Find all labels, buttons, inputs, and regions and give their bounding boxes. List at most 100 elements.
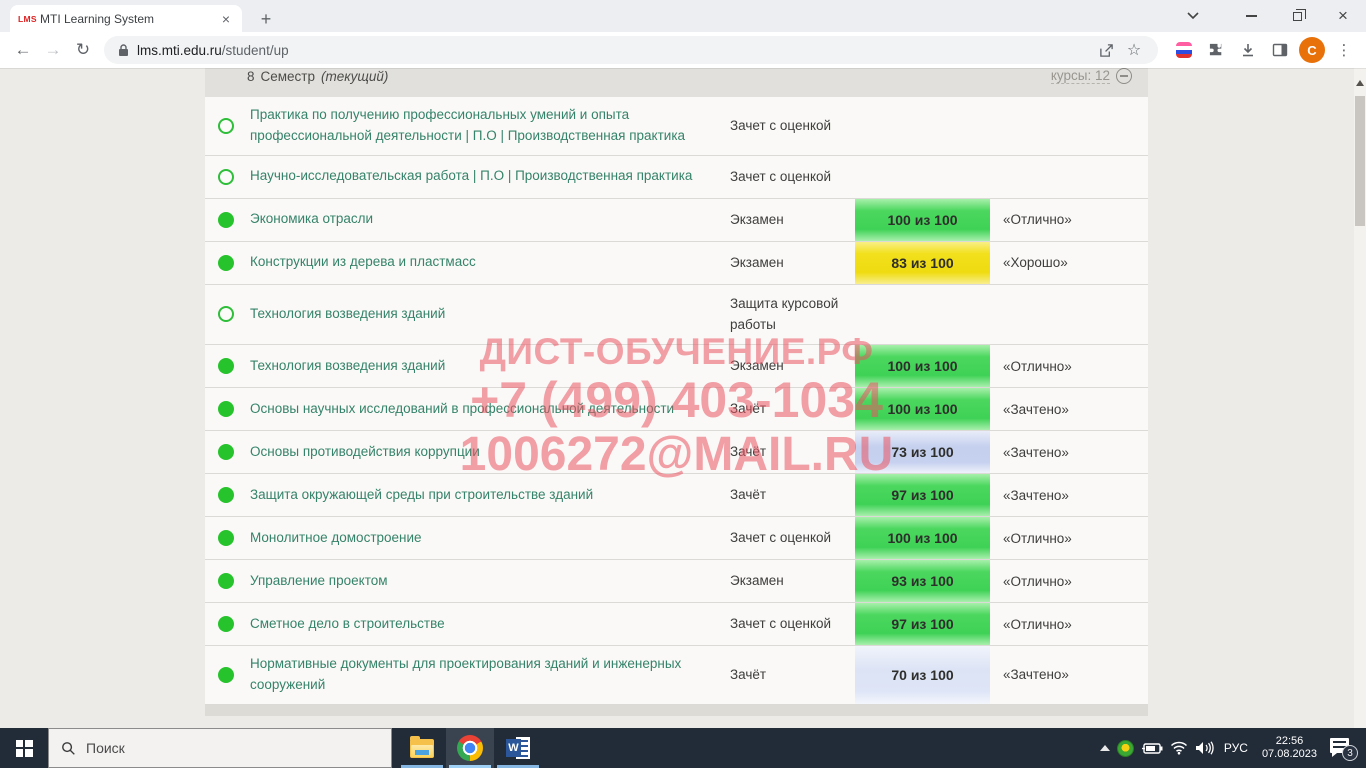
- extensions-puzzle-icon[interactable]: [1202, 36, 1230, 64]
- close-button[interactable]: ×: [1320, 0, 1366, 32]
- status-complete-icon: [218, 358, 234, 374]
- course-name-cell: Защита окружающей среды при строительств…: [250, 474, 730, 516]
- forward-icon[interactable]: →: [38, 35, 68, 65]
- course-link[interactable]: Практика по получению профессиональных у…: [250, 105, 710, 147]
- assessment-type: Экзамен: [730, 345, 855, 387]
- assessment-type: Зачёт: [730, 646, 855, 704]
- address-bar[interactable]: lms.mti.edu.ru/student/up ☆: [104, 36, 1158, 64]
- search-icon: [61, 741, 76, 756]
- course-row: Монолитное домостроениеЗачет с оценкой10…: [205, 517, 1148, 560]
- wifi-icon[interactable]: [1170, 741, 1188, 755]
- course-row: Основы научных исследований в профессион…: [205, 388, 1148, 431]
- course-status-cell: [205, 517, 250, 559]
- profile-avatar[interactable]: C: [1298, 36, 1326, 64]
- course-link[interactable]: Основы научных исследований в профессион…: [250, 399, 674, 420]
- status-complete-icon: [218, 530, 234, 546]
- assessment-type: Экзамен: [730, 242, 855, 284]
- grade-text: «Хорошо»: [990, 242, 1148, 284]
- score-cell: [855, 97, 990, 155]
- taskbar-chrome-button[interactable]: [446, 728, 494, 768]
- start-button[interactable]: [0, 728, 48, 768]
- course-link[interactable]: Сметное дело в строительстве: [250, 614, 445, 635]
- browser-menu-icon[interactable]: ⋮: [1330, 36, 1358, 64]
- course-link[interactable]: Защита окружающей среды при строительств…: [250, 485, 593, 506]
- course-link[interactable]: Монолитное домостроение: [250, 528, 422, 549]
- status-complete-icon: [218, 616, 234, 632]
- course-link[interactable]: Экономика отрасли: [250, 209, 373, 230]
- status-complete-icon: [218, 667, 234, 683]
- volume-icon[interactable]: [1195, 741, 1214, 755]
- course-link[interactable]: Основы противодействия коррупции: [250, 442, 480, 463]
- new-tab-button[interactable]: +: [254, 7, 278, 31]
- course-link[interactable]: Нормативные документы для проектирования…: [250, 654, 710, 696]
- grade-text: «Отлично»: [990, 517, 1148, 559]
- assessment-type: Зачёт: [730, 431, 855, 473]
- grade-text: «Отлично»: [990, 199, 1148, 241]
- course-row: Конструкции из дерева и пластмасс Экзамен…: [205, 242, 1148, 285]
- status-pending-icon: [218, 169, 234, 185]
- course-status-cell: [205, 199, 250, 241]
- bookmark-star-icon[interactable]: ☆: [1120, 36, 1148, 64]
- collapse-minus-icon[interactable]: [1116, 68, 1132, 84]
- browser-tab[interactable]: LMS MTI Learning System ×: [10, 5, 242, 32]
- grades-card: 8 Семестр (текущий) курсы: 12 Практика п…: [205, 68, 1148, 716]
- course-row: Нормативные документы для проектирования…: [205, 646, 1148, 705]
- assessment-type: Зачёт: [730, 474, 855, 516]
- course-status-cell: [205, 388, 250, 430]
- downloads-icon[interactable]: [1234, 36, 1262, 64]
- taskbar-explorer-button[interactable]: [398, 728, 446, 768]
- course-status-cell: [205, 431, 250, 473]
- course-name-cell: Основы противодействия коррупции: [250, 431, 730, 473]
- score-cell: 97 из 100: [855, 603, 990, 645]
- course-link[interactable]: Научно-исследовательская работа | П.О | …: [250, 166, 692, 187]
- status-complete-icon: [218, 212, 234, 228]
- battery-icon[interactable]: [1141, 742, 1163, 755]
- course-status-cell: [205, 242, 250, 284]
- courses-counter-link[interactable]: курсы: 12: [1051, 68, 1110, 84]
- antivirus-tray-icon[interactable]: [1117, 740, 1134, 757]
- restore-button[interactable]: [1274, 0, 1320, 32]
- course-status-cell: [205, 345, 250, 387]
- vpn-extension-icon[interactable]: [1170, 36, 1198, 64]
- assessment-type: Зачет с оценкой: [730, 97, 855, 155]
- minimize-button[interactable]: [1228, 0, 1274, 32]
- tray-chevron-up-icon[interactable]: [1100, 745, 1110, 751]
- semester-title: 8 Семестр (текущий): [247, 69, 1051, 84]
- search-placeholder: Поиск: [86, 740, 125, 756]
- semester-note: (текущий): [321, 69, 388, 84]
- back-icon[interactable]: ←: [8, 35, 38, 65]
- course-link[interactable]: Управление проектом: [250, 571, 388, 592]
- course-name-cell: Сметное дело в строительстве: [250, 603, 730, 645]
- assessment-type: Зачет с оценкой: [730, 156, 855, 198]
- course-status-cell: [205, 474, 250, 516]
- windows-logo-icon: [16, 740, 33, 757]
- tab-search-icon[interactable]: [1170, 0, 1216, 32]
- grade-text: «Зачтено»: [990, 646, 1148, 704]
- grade-text: «Отлично»: [990, 345, 1148, 387]
- status-complete-icon: [218, 573, 234, 589]
- taskbar-search-box[interactable]: Поиск: [48, 728, 392, 768]
- course-row: Сметное дело в строительстве Зачет с оцен…: [205, 603, 1148, 646]
- page-scrollbar[interactable]: [1354, 68, 1366, 728]
- course-name-cell: Конструкции из дерева и пластмасс: [250, 242, 730, 284]
- tab-close-icon[interactable]: ×: [218, 11, 234, 27]
- tab-title: MTI Learning System: [40, 12, 218, 26]
- course-name-cell: Практика по получению профессиональных у…: [250, 97, 730, 155]
- course-link[interactable]: Технология возведения зданий: [250, 356, 445, 377]
- course-row: Технология возведения зданийЗащита курсо…: [205, 285, 1148, 345]
- reload-icon[interactable]: ↻: [68, 35, 98, 65]
- semester-header: 8 Семестр (текущий) курсы: 12: [205, 68, 1148, 97]
- taskbar-word-button[interactable]: W: [494, 728, 542, 768]
- course-link[interactable]: Технология возведения зданий: [250, 304, 445, 325]
- side-panel-icon[interactable]: [1266, 36, 1294, 64]
- share-icon[interactable]: [1092, 36, 1120, 64]
- language-indicator[interactable]: РУС: [1221, 741, 1251, 755]
- taskbar-clock[interactable]: 22:56 07.08.2023: [1258, 735, 1321, 761]
- assessment-type: Зачет с оценкой: [730, 603, 855, 645]
- course-name-cell: Экономика отрасли: [250, 199, 730, 241]
- notification-center-icon[interactable]: 3: [1328, 735, 1358, 761]
- scrollbar-up-arrow[interactable]: [1356, 80, 1364, 86]
- course-link[interactable]: Конструкции из дерева и пластмасс: [250, 252, 476, 273]
- scrollbar-thumb[interactable]: [1355, 96, 1365, 226]
- assessment-type: Зачет с оценкой: [730, 517, 855, 559]
